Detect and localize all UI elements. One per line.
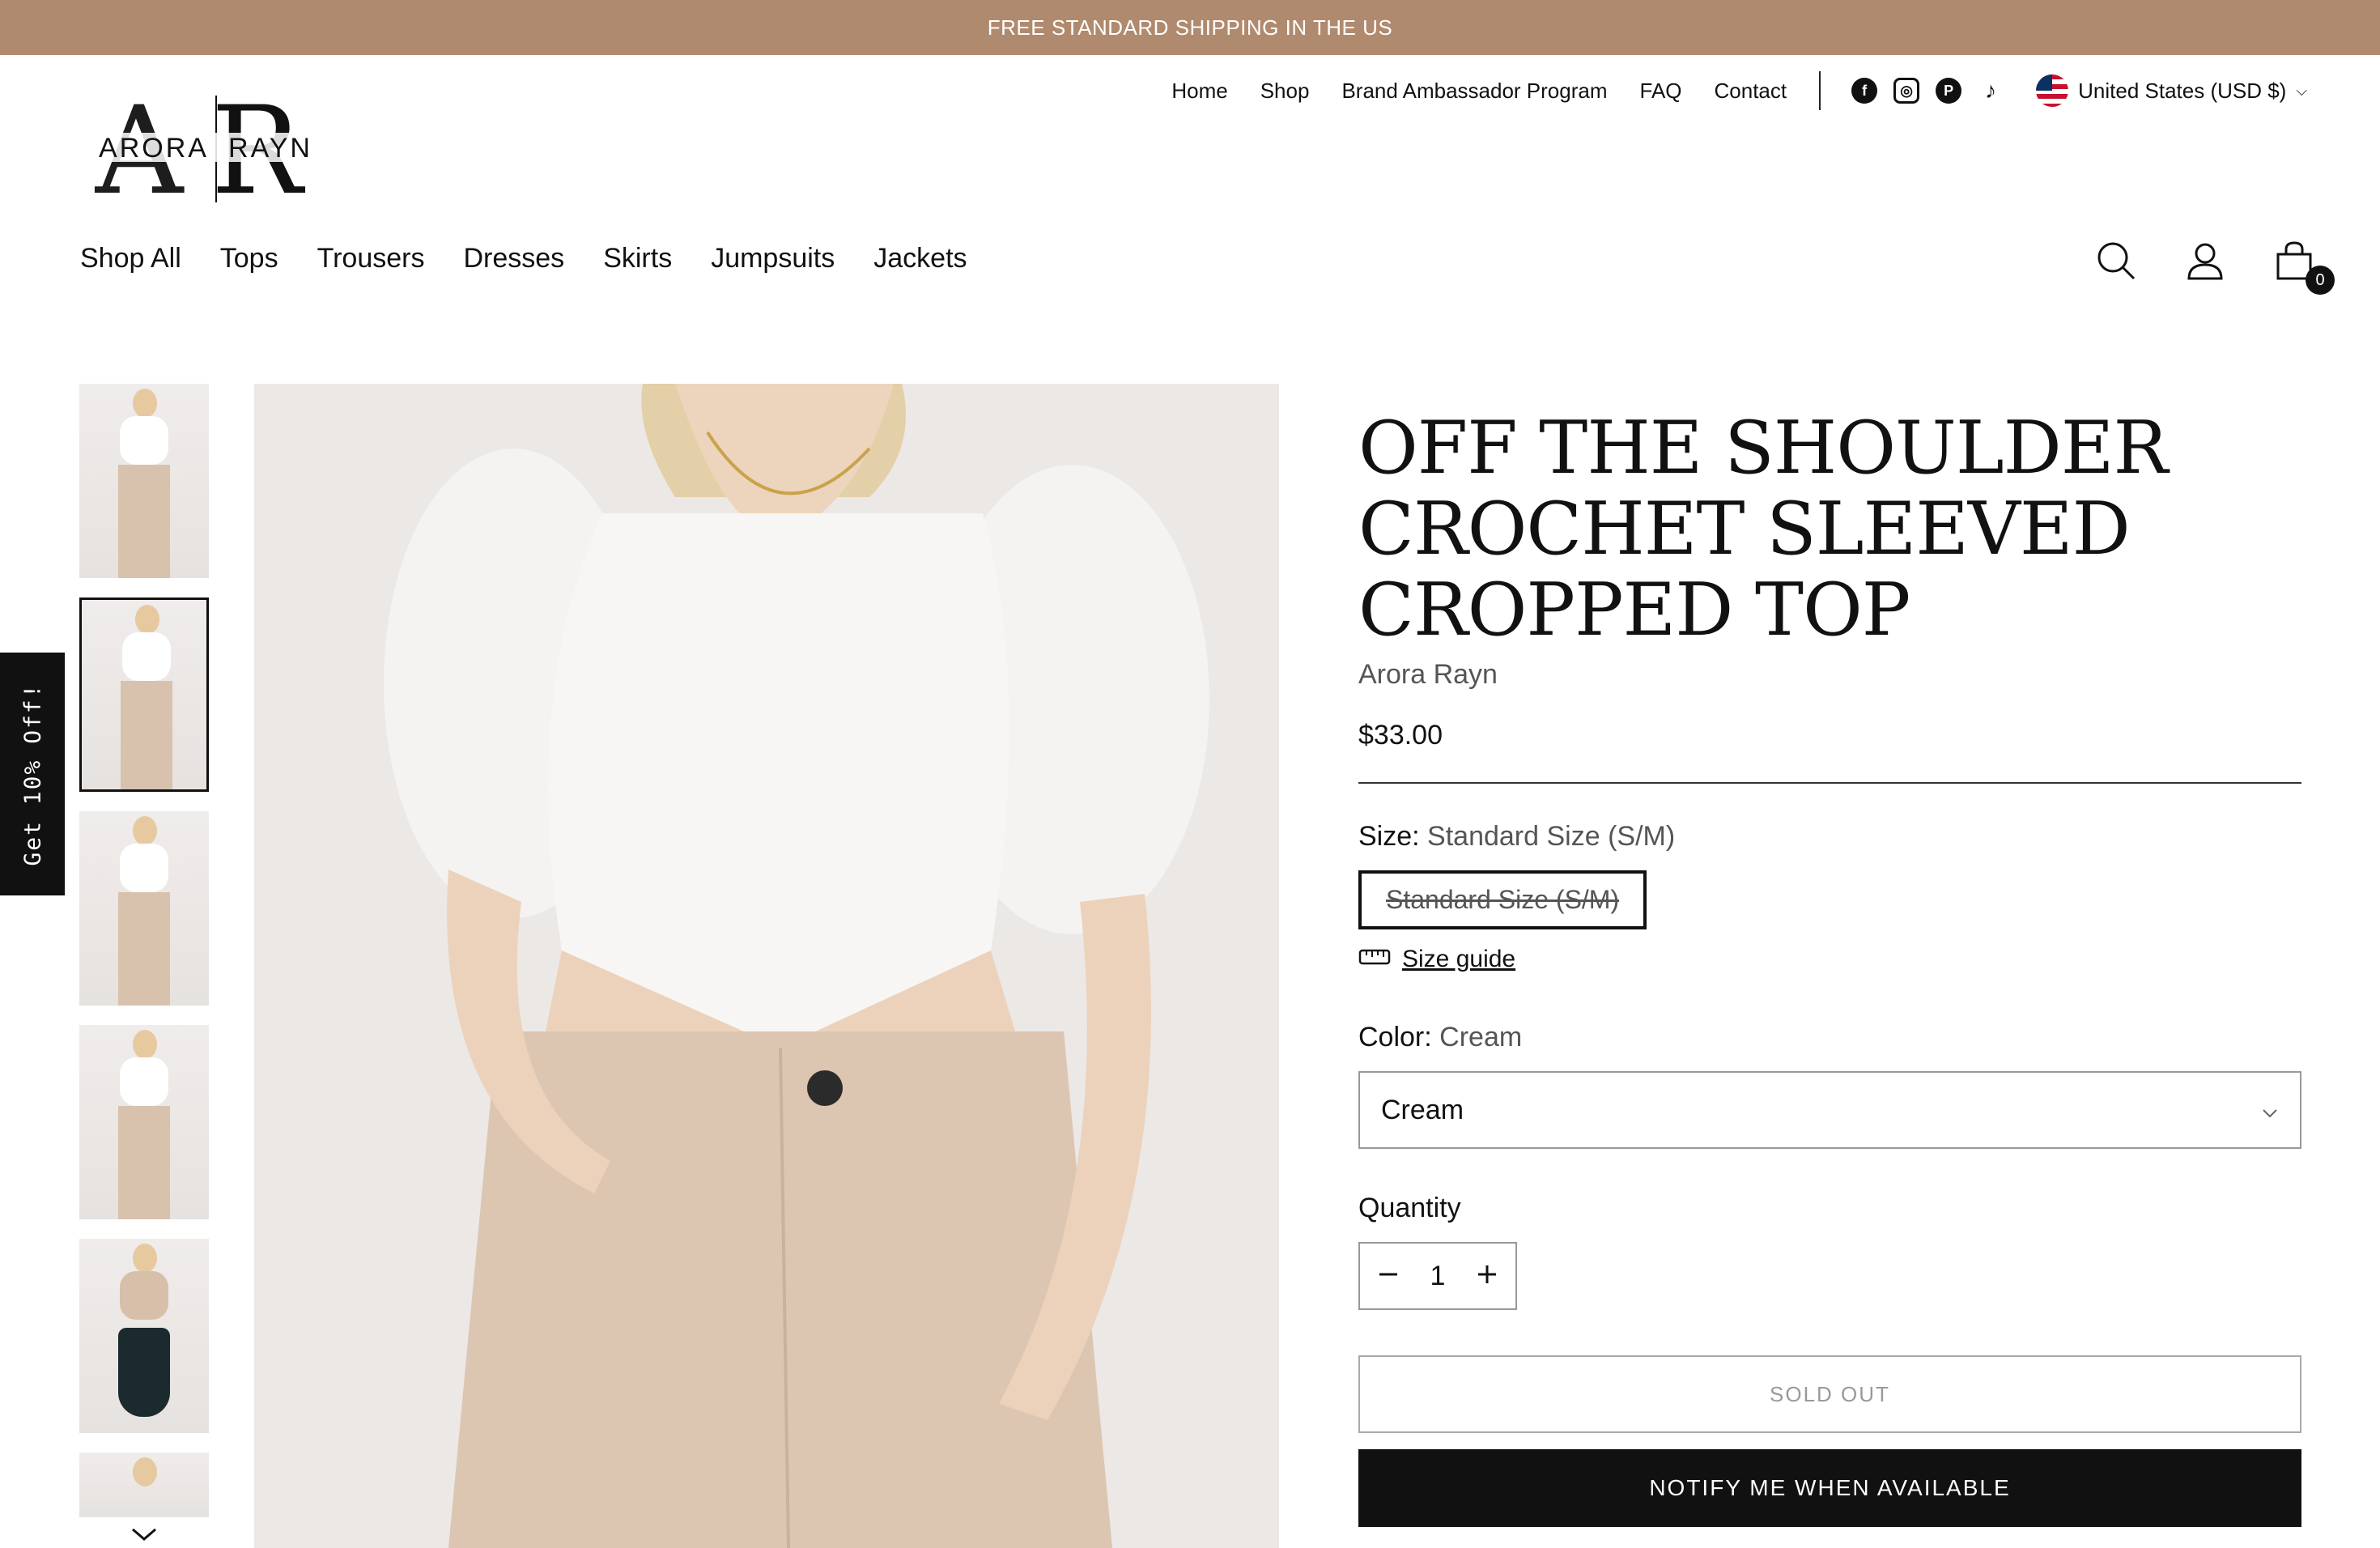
social-links: f ◎ P ♪ bbox=[1851, 78, 2004, 104]
size-guide-label: Size guide bbox=[1402, 946, 1516, 972]
main-nav-jumpsuits[interactable]: Jumpsuits bbox=[711, 243, 835, 274]
product-info: OFF THE SHOULDER CROCHET SLEEVED CROPPED… bbox=[1358, 408, 2301, 1527]
color-selected-value: Cream bbox=[1439, 1022, 1523, 1053]
facebook-icon[interactable]: f bbox=[1851, 78, 1878, 104]
thumbnail-6[interactable] bbox=[79, 1452, 209, 1517]
color-label-text: Color: bbox=[1358, 1022, 1432, 1053]
search-icon[interactable] bbox=[2095, 240, 2137, 282]
tiktok-icon[interactable]: ♪ bbox=[1978, 78, 2004, 104]
size-label: Size: Standard Size (S/M) bbox=[1358, 821, 2301, 853]
promo-tab[interactable]: Get 10% Off! bbox=[0, 653, 65, 895]
quantity-stepper: 1 bbox=[1358, 1242, 1517, 1310]
color-select[interactable]: Cream bbox=[1358, 1071, 2301, 1149]
main-nav-shop-all[interactable]: Shop All bbox=[80, 243, 181, 274]
thumbnail-3[interactable] bbox=[79, 811, 209, 1006]
ruler-icon bbox=[1358, 946, 1391, 973]
header-icons: 0 bbox=[2095, 240, 2335, 295]
thumbnail-5[interactable] bbox=[79, 1239, 209, 1433]
top-nav-ambassador[interactable]: Brand Ambassador Program bbox=[1341, 79, 1607, 104]
thumbnail-2[interactable] bbox=[79, 598, 209, 792]
announcement-text: FREE STANDARD SHIPPING IN THE US bbox=[987, 15, 1393, 40]
cart-count-badge: 0 bbox=[2306, 266, 2335, 295]
chevron-down-icon[interactable] bbox=[130, 1526, 159, 1546]
notify-button[interactable]: NOTIFY ME WHEN AVAILABLE bbox=[1358, 1449, 2301, 1527]
plus-icon[interactable] bbox=[1477, 1261, 1498, 1292]
top-nav-home[interactable]: Home bbox=[1171, 79, 1227, 104]
main-nav-tops[interactable]: Tops bbox=[220, 243, 278, 274]
announcement-bar: FREE STANDARD SHIPPING IN THE US bbox=[0, 0, 2380, 55]
product-main-image[interactable] bbox=[254, 384, 1279, 1548]
size-guide-link[interactable]: Size guide bbox=[1358, 946, 2301, 973]
top-nav-contact[interactable]: Contact bbox=[1715, 79, 1787, 104]
logo[interactable]: A R ARORA RAYN bbox=[91, 81, 334, 222]
product-title: OFF THE SHOULDER CROCHET SLEEVED CROPPED… bbox=[1358, 406, 2168, 653]
minus-icon[interactable] bbox=[1378, 1261, 1399, 1292]
divider bbox=[1358, 782, 2301, 784]
chevron-down-icon: ⌵ bbox=[2296, 82, 2307, 99]
size-option-standard[interactable]: Standard Size (S/M) bbox=[1358, 870, 1647, 929]
product-vendor[interactable]: Arora Rayn bbox=[1358, 659, 2301, 691]
size-label-text: Size: bbox=[1358, 821, 1420, 852]
quantity-label: Quantity bbox=[1358, 1193, 1461, 1223]
thumbnail-4[interactable] bbox=[79, 1025, 209, 1219]
us-flag-icon bbox=[2036, 74, 2069, 107]
main-nav-skirts[interactable]: Skirts bbox=[603, 243, 672, 274]
top-nav-faq[interactable]: FAQ bbox=[1640, 79, 1682, 104]
top-nav-shop[interactable]: Shop bbox=[1260, 79, 1310, 104]
currency-label: United States (USD $) bbox=[2078, 78, 2287, 103]
color-label: Color: Cream bbox=[1358, 1022, 2301, 1053]
sold-out-button[interactable]: SOLD OUT bbox=[1358, 1355, 2301, 1433]
currency-selector[interactable]: United States (USD $) ⌵ bbox=[2036, 74, 2307, 107]
chevron-down-icon bbox=[2261, 1095, 2279, 1126]
pinterest-icon[interactable]: P bbox=[1936, 78, 1962, 104]
logo-right-text: RAYN bbox=[228, 133, 312, 164]
size-selected-value: Standard Size (S/M) bbox=[1427, 821, 1676, 852]
nav-divider bbox=[1819, 71, 1821, 110]
account-icon[interactable] bbox=[2184, 240, 2226, 282]
main-nav-dresses[interactable]: Dresses bbox=[463, 243, 564, 274]
thumbnail-1[interactable] bbox=[79, 384, 209, 578]
main-nav: Shop All Tops Trousers Dresses Skirts Ju… bbox=[80, 243, 1006, 274]
instagram-icon[interactable]: ◎ bbox=[1893, 78, 1920, 104]
cart-icon[interactable]: 0 bbox=[2273, 240, 2335, 295]
color-select-value: Cream bbox=[1381, 1094, 1464, 1125]
product-price: $33.00 bbox=[1358, 720, 1443, 751]
top-nav: Home Shop Brand Ambassador Program FAQ C… bbox=[1139, 71, 2307, 110]
promo-tab-label: Get 10% Off! bbox=[19, 682, 46, 866]
thumbnail-gallery bbox=[79, 384, 209, 1537]
logo-left-text: ARORA bbox=[99, 133, 209, 164]
main-nav-trousers[interactable]: Trousers bbox=[317, 243, 425, 274]
main-nav-jackets[interactable]: Jackets bbox=[873, 243, 967, 274]
quantity-value[interactable]: 1 bbox=[1430, 1261, 1446, 1292]
